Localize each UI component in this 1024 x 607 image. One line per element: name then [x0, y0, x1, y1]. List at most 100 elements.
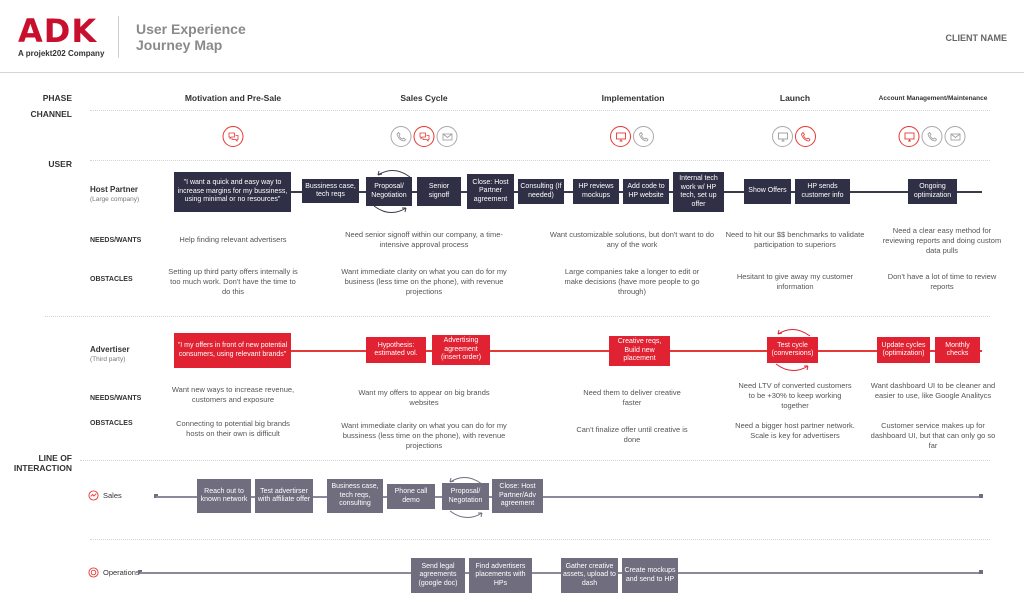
sales-step-business-case[interactable]: Business case, tech reqs, consulting: [327, 479, 383, 513]
operations-label: Operations: [103, 568, 140, 577]
sales-step-phone-demo[interactable]: Phone call demo: [387, 484, 435, 509]
advertiser-name: Advertiser: [90, 345, 130, 354]
host-obstacle: Want immediate clarity on what you can d…: [341, 267, 507, 296]
advertiser-obstacles-label: OBSTACLES: [90, 420, 133, 427]
host-need: Want customizable solutions, but don't w…: [549, 230, 715, 249]
operations-step-gather-creative[interactable]: Gather creative assets, upload to dash: [561, 558, 618, 593]
title-line-2: Journey Map: [136, 37, 223, 53]
host-obstacle: Setting up third party offers internally…: [168, 267, 298, 296]
phone-icon: [633, 126, 654, 147]
host-step-proposal[interactable]: Proposal/ Negotiation: [366, 177, 412, 206]
loop-arrow-icon: [777, 329, 811, 337]
host-step-quote[interactable]: "I want a quick and easy way to increase…: [174, 172, 291, 212]
advertiser-need: Need LTV of converted customers to be +3…: [738, 381, 852, 410]
mail-icon: [944, 126, 966, 147]
logo-subtitle: A projekt202 Company: [18, 49, 105, 58]
monitor-icon: [772, 126, 793, 147]
sales-step-proposal[interactable]: Proposal/ Negotation: [442, 483, 489, 510]
advertiser-obstacle: Need a bigger host partner network. Scal…: [735, 421, 855, 440]
host-partner-sub: (Large company): [90, 196, 140, 203]
sales-label: Sales: [103, 491, 122, 500]
label-phase: PHASE: [42, 93, 72, 103]
sales-lane-label: Sales: [88, 490, 122, 501]
host-step-hp-sends[interactable]: HP sends customer info: [795, 179, 850, 204]
host-need: Help finding relevant advertisers: [179, 235, 287, 244]
sales-line-end: [979, 494, 983, 498]
channels-motivation: [222, 126, 244, 147]
advertiser-step-update-cycles[interactable]: Update cycles (optimization): [877, 337, 930, 363]
monitor-icon: [610, 126, 631, 147]
mail-icon: [436, 126, 458, 147]
sales-step-test-advertiser[interactable]: Test advertirser with affiliate offer: [255, 479, 313, 513]
label-user: USER: [48, 159, 72, 169]
chat-icon: [413, 126, 435, 147]
host-step-consulting[interactable]: Consulting (If needed): [518, 179, 564, 204]
header-rule: [0, 72, 1024, 73]
chat-icon: [222, 126, 244, 147]
channels-implementation: [610, 126, 654, 147]
client-name: CLIENT NAME: [945, 33, 1008, 43]
logo-mark: ADK: [18, 12, 98, 50]
separator-advertiser: [45, 316, 990, 317]
host-step-senior-signoff[interactable]: Senior signoff: [417, 177, 461, 206]
advertiser-obstacle: Can't finalize offer until creative is d…: [576, 425, 688, 444]
loop-arrow-icon: [373, 205, 407, 213]
phone-icon: [795, 126, 816, 147]
host-step-add-code[interactable]: Add code to HP website: [623, 179, 669, 204]
advertiser-obstacle: Want immediate clarity on what you can d…: [341, 421, 507, 450]
host-need: Need a clear easy method for reviewing r…: [882, 226, 1002, 255]
host-obstacle: Hesitant to give away my customer inform…: [736, 272, 854, 291]
separator-operations: [90, 539, 990, 540]
host-step-ongoing[interactable]: Ongoing optimization: [908, 179, 957, 204]
sales-step-close[interactable]: Close: Host Partner/Adv agreement: [492, 479, 543, 513]
separator-interaction: [80, 460, 990, 461]
operations-line-end: [979, 570, 983, 574]
host-step-hp-reviews[interactable]: HP reviews mockups: [573, 179, 619, 204]
phase-sales-cycle: Sales Cycle: [400, 93, 448, 103]
advertiser-obstacle: Customer service makes up for dashboard …: [870, 421, 996, 450]
phase-account-management: Account Management/Maintenance: [878, 95, 988, 102]
user-advertiser: Advertiser (Third party): [90, 345, 130, 365]
advertiser-need: Want dashboard UI to be cleaner and easi…: [870, 381, 996, 400]
host-step-close[interactable]: Close: Host Partner agreement: [467, 174, 514, 209]
host-obstacle: Large companies take a longer to edit or…: [564, 267, 700, 296]
phone-icon: [390, 126, 412, 147]
host-obstacles-label: OBSTACLES: [90, 276, 133, 283]
operations-step-find-advertisers[interactable]: Find advertisers placements with HPs: [469, 558, 532, 593]
label-line-of-interaction: LINE OF INTERACTION: [0, 453, 72, 473]
separator-phase: [90, 110, 990, 111]
advertiser-step-creative[interactable]: Creative reqs, Build new placement: [609, 336, 670, 366]
host-needs-label: NEEDS/WANTS: [90, 237, 142, 244]
host-obstacle: Don't have a lot of time to review repor…: [887, 272, 997, 291]
host-need: Need senior signoff within our company, …: [345, 230, 503, 249]
channels-sales-cycle: [390, 126, 458, 147]
title-line-1: User Experience: [136, 21, 246, 37]
phase-motivation: Motivation and Pre-Sale: [184, 93, 282, 103]
host-need: Need to hit our $$ benchmarks to validat…: [725, 230, 865, 249]
channels-account-management: [898, 126, 966, 147]
loop-arrow-icon: [775, 363, 809, 371]
advertiser-step-test-cycle[interactable]: Test cycle (conversions): [767, 337, 818, 363]
host-step-show-offers[interactable]: Show Offers: [744, 179, 791, 204]
operations-lane-label: Operations: [88, 567, 140, 578]
host-step-internal-tech[interactable]: Internal tech work w/ HP tech, set up of…: [673, 172, 724, 212]
advertiser-step-hypothesis[interactable]: Hypothesis: estimated vol.: [366, 337, 426, 363]
advertiser-step-monthly-checks[interactable]: Monthly checks: [935, 337, 980, 363]
header-divider: [118, 16, 119, 58]
label-loi-2: INTERACTION: [13, 463, 72, 473]
advertiser-need: Want new ways to increase revenue, custo…: [171, 385, 295, 404]
loop-arrow-icon: [449, 510, 483, 518]
advertiser-need: Need them to deliver creative faster: [583, 388, 681, 407]
advertiser-need: Want my offers to appear on big brands w…: [358, 388, 490, 407]
advertiser-step-quote[interactable]: "I my offers in front of new potential c…: [174, 333, 291, 368]
sales-step-reach-out[interactable]: Reach out to known network: [197, 479, 251, 513]
host-step-business-case[interactable]: Bussiness case, tech reqs: [302, 179, 359, 203]
operations-step-mockups[interactable]: Create mockups and send to HP: [622, 558, 678, 593]
operations-icon: [88, 567, 99, 578]
phone-icon: [921, 126, 943, 147]
advertiser-sub: (Third party): [90, 356, 126, 363]
advertiser-step-agreement[interactable]: Advertising agreement (insert order): [432, 335, 490, 365]
page-title: User Experience Journey Map: [136, 21, 246, 53]
sales-icon: [88, 490, 99, 501]
operations-step-legal[interactable]: Send legal agreements (google doc): [411, 558, 465, 593]
